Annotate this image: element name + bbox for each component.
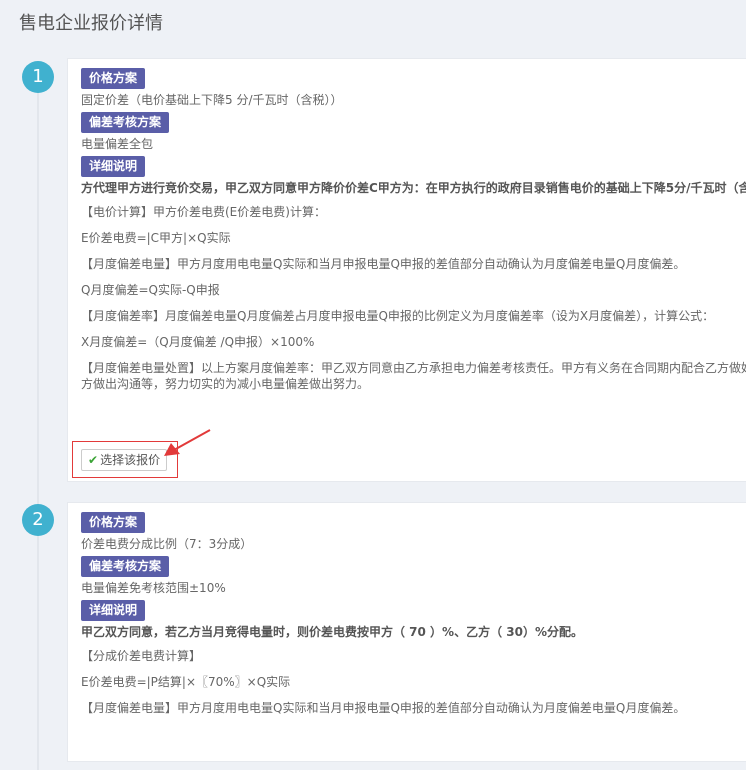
detail-line: 【月度偏差率】月度偏差电量Q月度偏差占月度申报电量Q申报的比例定义为月度偏差率（… xyxy=(81,309,715,323)
price-plan-value: 固定价差（电价基础上下降5 分/千瓦时（含税）） xyxy=(81,93,343,107)
detail-line: 【分成价差电费计算】 xyxy=(81,649,202,663)
detail-line: 方代理甲方进行竞价交易，甲乙双方同意甲方降价价差C甲方为：在甲方执行的政府目录销… xyxy=(81,181,746,195)
red-arrow-icon xyxy=(164,429,211,456)
page-title: 售电企业报价详情 xyxy=(19,13,163,34)
timeline-line xyxy=(37,70,39,770)
detail-line: Q月度偏差=Q实际-Q申报 xyxy=(81,283,220,297)
detail-line: 【电价计算】甲方价差电费(E价差电费)计算： xyxy=(81,205,326,219)
deviation-plan-value: 电量偏差免考核范围±10% xyxy=(81,581,226,595)
detail-tag: 详细说明 xyxy=(81,600,146,621)
detail-line: E价差电费=|P结算|×〖70%〗×Q实际 xyxy=(81,675,291,689)
price-plan-tag: 价格方案 xyxy=(81,512,146,533)
quote-number-badge-1: 1 xyxy=(22,61,54,93)
quote-card-2: 价格方案 价差电费分成比例（7：3分成） 偏差考核方案 电量偏差免考核范围±10… xyxy=(67,502,746,762)
detail-line: E价差电费=|C甲方|×Q实际 xyxy=(81,231,231,245)
quote-card-1: 价格方案 固定价差（电价基础上下降5 分/千瓦时（含税）） 偏差考核方案 电量偏… xyxy=(67,58,746,482)
deviation-plan-tag: 偏差考核方案 xyxy=(81,112,170,133)
detail-line: X月度偏差=（Q月度偏差 /Q申报）×100% xyxy=(81,335,315,349)
detail-line: 【月度偏差电量处置】以上方案月度偏差率：甲乙双方同意由乙方承担电力偏差考核责任。… xyxy=(81,361,746,375)
detail-line: 甲乙双方同意，若乙方当月竞得电量时，则价差电费按甲方（ 70 ）%、乙方（ 30… xyxy=(81,625,583,639)
detail-line: 【月度偏差电量】甲方月度用电电量Q实际和当月申报电量Q申报的差值部分自动确认为月… xyxy=(81,701,686,715)
detail-tag: 详细说明 xyxy=(81,156,146,177)
price-plan-tag: 价格方案 xyxy=(81,68,146,89)
quote-number-badge-2: 2 xyxy=(22,504,54,536)
detail-line: 方做出沟通等，努力切实的为减小电量偏差做出努力。 xyxy=(81,377,370,391)
deviation-plan-tag: 偏差考核方案 xyxy=(81,556,170,577)
deviation-plan-value: 电量偏差全包 xyxy=(81,137,154,151)
price-plan-value: 价差电费分成比例（7：3分成） xyxy=(81,537,253,551)
detail-line: 【月度偏差电量】甲方月度用电电量Q实际和当月申报电量Q申报的差值部分自动确认为月… xyxy=(81,257,686,271)
